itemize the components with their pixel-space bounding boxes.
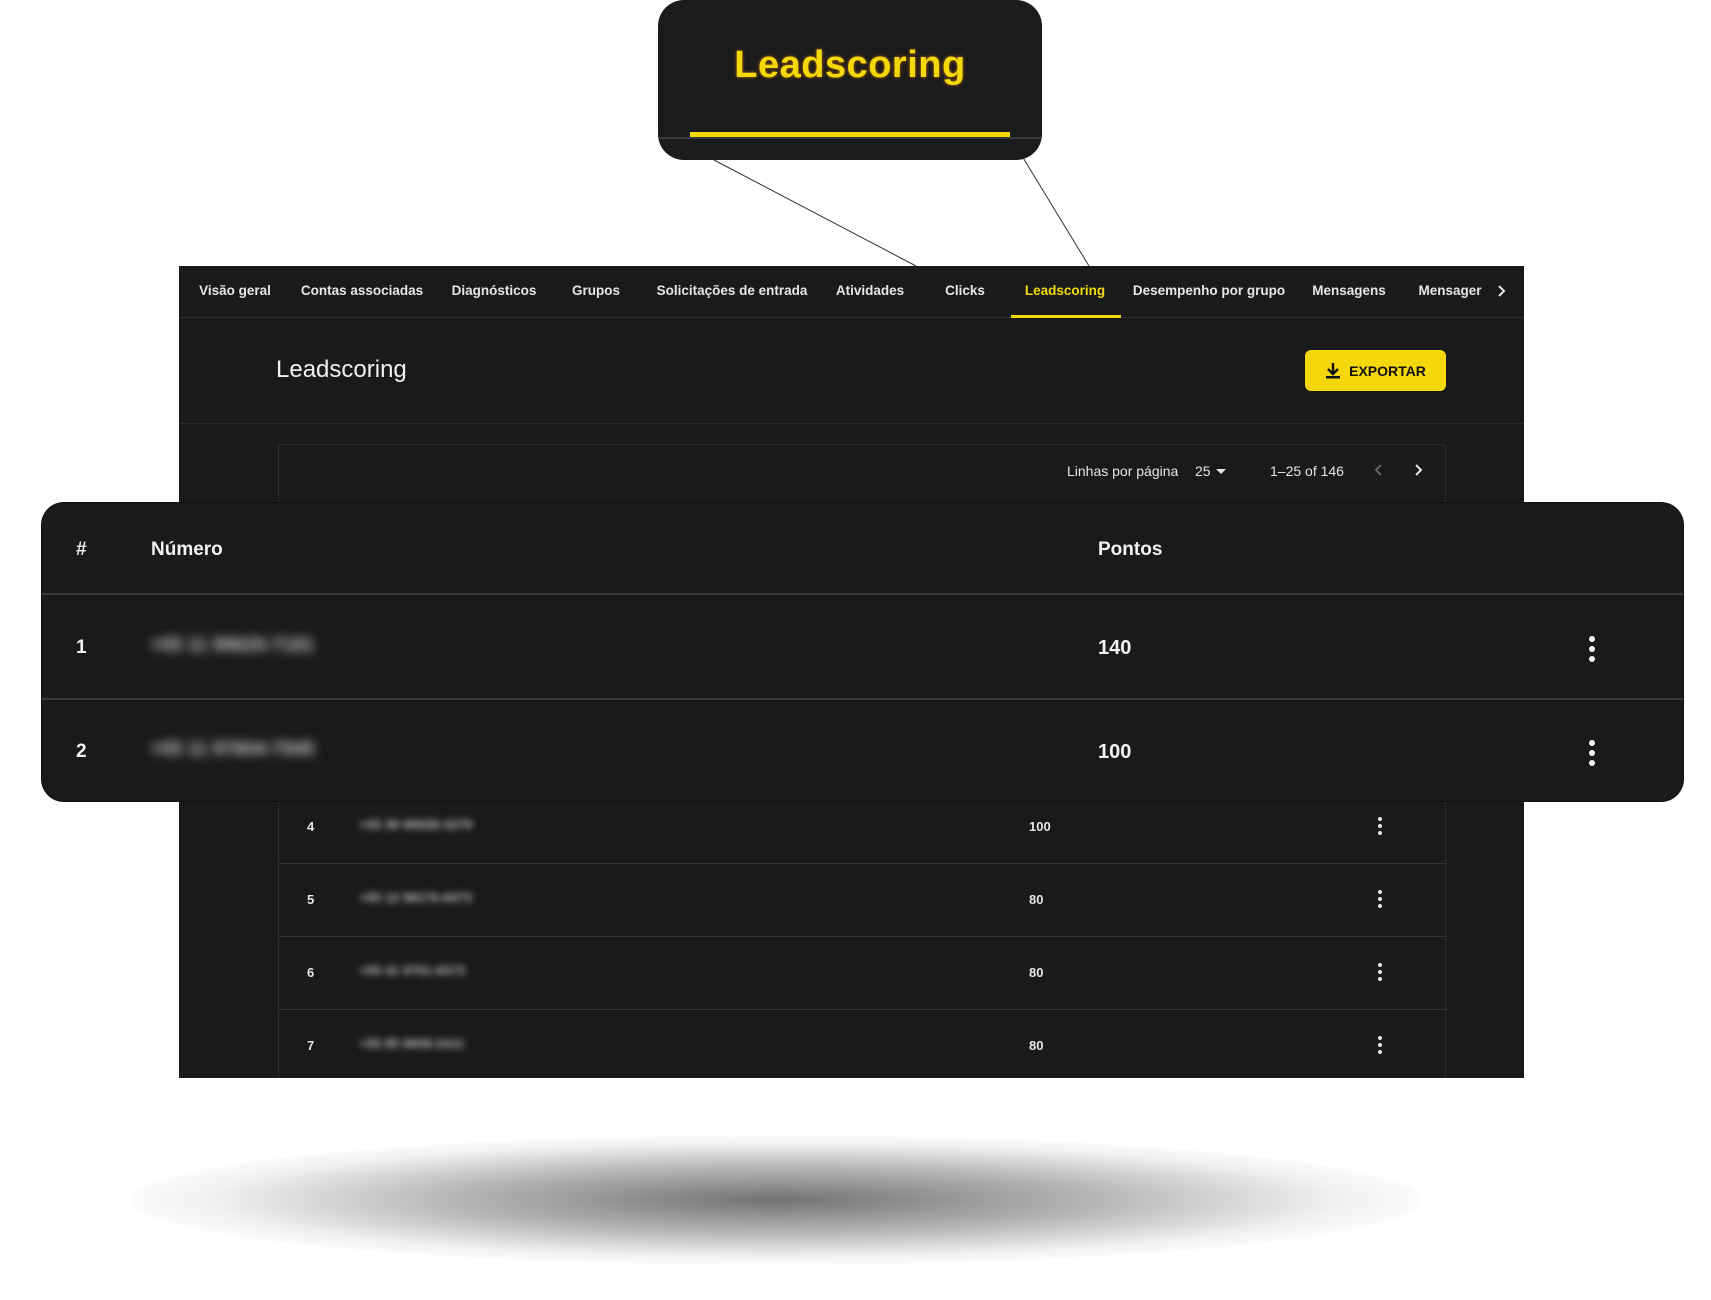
export-button[interactable]: EXPORTAR bbox=[1305, 350, 1446, 391]
tab-desempenho-por-grupo[interactable]: Desempenho por grupo bbox=[1133, 266, 1285, 318]
column-header-index: # bbox=[76, 539, 87, 560]
table-zoom-overlay: # Número Pontos 1 +55 11 99620-7181 140 … bbox=[42, 503, 1683, 801]
page-title: Leadscoring bbox=[276, 356, 407, 383]
row-numero: +55 85 9609-2411 bbox=[359, 1036, 465, 1051]
tab-mensagens[interactable]: Mensagens bbox=[1312, 266, 1386, 318]
row-pontos: 100 bbox=[1029, 819, 1051, 834]
row-numero: +55 11 97604-7945 bbox=[150, 739, 315, 760]
row-index: 1 bbox=[76, 637, 87, 658]
tab-atividades[interactable]: Atividades bbox=[836, 266, 904, 318]
more-vert-icon[interactable] bbox=[1376, 1035, 1384, 1055]
tab-leadscoring[interactable]: Leadscoring bbox=[1025, 266, 1105, 318]
more-vert-icon[interactable] bbox=[1376, 889, 1384, 909]
tab-mensager[interactable]: Mensager bbox=[1418, 266, 1481, 318]
next-page-icon[interactable] bbox=[1408, 459, 1428, 481]
row-numero: +55 38 99938-3279 bbox=[359, 817, 473, 832]
table-row[interactable]: 4 +55 38 99938-3279 100 bbox=[279, 791, 1447, 864]
row-pontos: 140 bbox=[1098, 637, 1132, 659]
tab-diagnosticos[interactable]: Diagnósticos bbox=[452, 266, 537, 318]
tab-solicitacoes-de-entrada[interactable]: Solicitações de entrada bbox=[657, 266, 808, 318]
zoom-tab-baseline bbox=[658, 137, 1042, 139]
caret-down-icon bbox=[1216, 469, 1227, 474]
row-pontos: 80 bbox=[1029, 1038, 1044, 1053]
column-header-numero[interactable]: Número bbox=[151, 539, 223, 561]
row-numero: +55 41 9751-9373 bbox=[359, 963, 465, 978]
more-vert-icon[interactable] bbox=[1586, 635, 1598, 663]
drop-shadow bbox=[130, 1135, 1420, 1265]
more-vert-icon[interactable] bbox=[1376, 816, 1384, 836]
row-index: 6 bbox=[307, 965, 315, 980]
leadscoring-tab-zoom: Leadscoring bbox=[658, 0, 1042, 160]
chevron-right-icon[interactable] bbox=[1492, 280, 1512, 302]
zoom-tab-label: Leadscoring bbox=[734, 44, 966, 86]
pagination-range: 1–25 of 146 bbox=[1270, 463, 1344, 479]
table-row[interactable]: 5 +55 12 98176-6073 80 bbox=[279, 864, 1447, 937]
more-vert-icon[interactable] bbox=[1586, 739, 1598, 767]
tab-visao-geral[interactable]: Visão geral bbox=[199, 266, 271, 318]
tab-clicks[interactable]: Clicks bbox=[945, 266, 985, 318]
row-numero: +55 11 99620-7181 bbox=[150, 635, 315, 656]
rows-per-page-select[interactable]: 25 bbox=[1195, 463, 1228, 479]
table-row[interactable]: 2 +55 11 97604-7945 100 bbox=[42, 701, 1683, 801]
column-header-pontos[interactable]: Pontos bbox=[1098, 539, 1162, 561]
row-index: 2 bbox=[76, 741, 87, 762]
row-pontos: 80 bbox=[1029, 965, 1044, 980]
row-index: 7 bbox=[307, 1038, 315, 1053]
row-index: 5 bbox=[307, 892, 315, 907]
table-row[interactable]: 7 +55 85 9609-2411 80 bbox=[279, 1010, 1447, 1078]
row-pontos: 80 bbox=[1029, 892, 1044, 907]
table-row[interactable]: 1 +55 11 99620-7181 140 bbox=[42, 597, 1683, 700]
download-icon bbox=[1326, 362, 1341, 378]
export-button-label: EXPORTAR bbox=[1349, 362, 1426, 379]
pagination-bar: Linhas por página 25 1–25 of 146 bbox=[279, 445, 1445, 497]
zoom-tab-indicator bbox=[690, 132, 1010, 137]
row-pontos: 100 bbox=[1098, 741, 1132, 763]
row-index: 4 bbox=[307, 819, 315, 834]
table-header: # Número Pontos bbox=[42, 503, 1683, 595]
rows-per-page-value: 25 bbox=[1195, 463, 1211, 479]
tab-grupos[interactable]: Grupos bbox=[572, 266, 620, 318]
rows-per-page-label: Linhas por página bbox=[1067, 463, 1179, 479]
previous-page-icon[interactable] bbox=[1369, 459, 1389, 481]
row-numero: +55 12 98176-6073 bbox=[359, 890, 473, 905]
more-vert-icon[interactable] bbox=[1376, 962, 1384, 982]
tab-bar: Visão geral Contas associadas Diagnóstic… bbox=[179, 266, 1524, 318]
table-row[interactable]: 6 +55 41 9751-9373 80 bbox=[279, 937, 1447, 1010]
tab-contas-associadas[interactable]: Contas associadas bbox=[301, 266, 423, 318]
